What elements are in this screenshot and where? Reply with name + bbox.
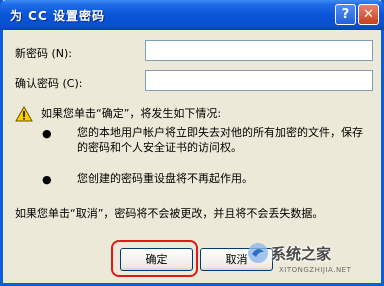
- close-button[interactable]: ✕: [358, 4, 379, 25]
- confirm-password-label: 确认密码 (C):: [15, 77, 83, 90]
- watermark-url: XITONGZHIJIA.NET: [279, 266, 352, 274]
- bullet-marker: ●: [42, 127, 52, 140]
- warning-heading: 如果您单击“确定”，将发生如下情况:: [41, 107, 222, 120]
- help-button[interactable]: ?: [335, 4, 356, 25]
- watermark-text: 系统之家: [271, 245, 332, 263]
- watermark-logo-icon: [248, 243, 268, 263]
- ok-button[interactable]: 确定: [120, 248, 193, 271]
- new-password-field[interactable]: [145, 40, 373, 61]
- new-password-label: 新密码 (N):: [15, 47, 73, 60]
- confirm-password-field[interactable]: [145, 70, 373, 91]
- warning-icon: [15, 106, 33, 122]
- title-bar[interactable]: 为 CC 设置密码 ? ✕: [0, 0, 384, 30]
- cancel-note: 如果您单击“取消”，密码将不会被更改，并且将不会丢失数据。: [15, 207, 324, 220]
- warning-bullet-1: 您的本地用户帐户将立即失去对他的所有加密的文件，保存的密码和个人安全证书的访问权…: [77, 126, 363, 154]
- dialog-title: 为 CC 设置密码: [10, 9, 105, 23]
- set-password-dialog: 为 CC 设置密码 ? ✕ 新密码 (N): 确认密码 (C): 如果您单击“确…: [0, 0, 384, 286]
- bullet-marker: ●: [42, 173, 52, 186]
- warning-bullet-2: 您创建的密码重设盘将不再起作用。: [77, 172, 253, 185]
